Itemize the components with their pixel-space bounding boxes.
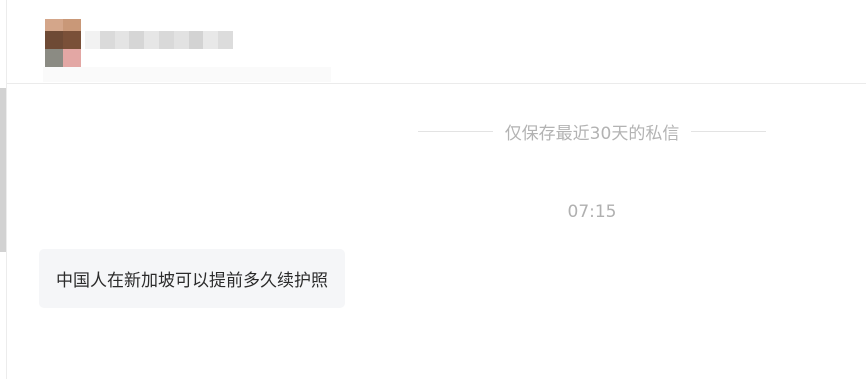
user-avatar-icon[interactable] bbox=[45, 19, 81, 67]
notice-divider-left bbox=[418, 130, 493, 132]
notice-divider-right bbox=[691, 130, 767, 132]
scrollbar-thumb[interactable] bbox=[0, 88, 6, 252]
message-bubble[interactable]: 中国人在新加坡可以提前多久续护照 bbox=[39, 249, 345, 308]
header-placeholder-bar bbox=[43, 67, 331, 82]
message-timestamp: 07:15 bbox=[567, 202, 617, 222]
chat-window: 仅保存最近30天的私信 07:15 中国人在新加坡可以提前多久续护照 bbox=[0, 0, 866, 379]
message-text: 中国人在新加坡可以提前多久续护照 bbox=[56, 271, 328, 291]
retention-notice-text: 仅保存最近30天的私信 bbox=[504, 123, 680, 144]
contact-name-redacted bbox=[85, 31, 233, 49]
chat-header bbox=[7, 0, 866, 84]
retention-notice: 仅保存最近30天的私信 bbox=[418, 119, 767, 144]
